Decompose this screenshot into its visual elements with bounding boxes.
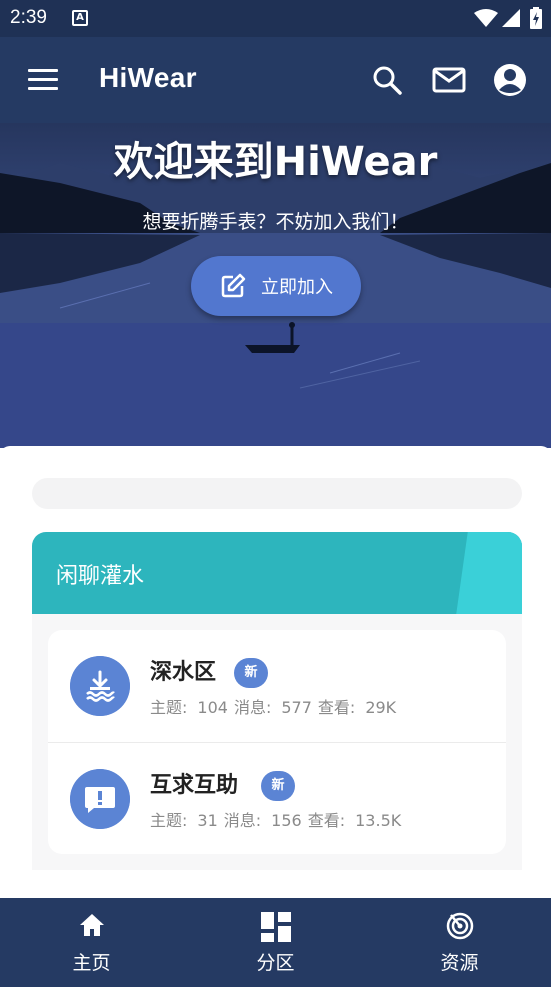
nav-sections-label: 分区 <box>256 952 295 974</box>
water-download-icon <box>70 656 130 716</box>
app-bar: HiWear <box>0 37 551 123</box>
mail-icon[interactable] <box>431 62 467 98</box>
forum-name: 互求互助 <box>150 773 239 798</box>
bottom-navigation: 主页 分区 资源 <box>0 898 551 987</box>
category-title: 闲聊灌水 <box>56 564 145 589</box>
hero-title: 欢迎来到HiWear <box>113 139 438 185</box>
join-now-label: 立即加入 <box>261 277 333 298</box>
help-chat-icon <box>70 769 130 829</box>
home-icon <box>79 914 104 936</box>
hero-banner: 欢迎来到HiWear 想要折腾手表？不妨加入我们！ 立即加入 <box>0 123 551 448</box>
new-badge: 新 <box>234 658 268 688</box>
search-placeholder-bar[interactable] <box>32 478 522 509</box>
wifi-icon <box>474 9 498 27</box>
new-badge: 新 <box>261 771 295 801</box>
forum-stats: 主题: 31 消息: 156 查看: 13.5K <box>150 811 402 830</box>
category-card: 闲聊灌水 深水区 新 主题: 104 消息: 577 查看: 29K 互求互助 … <box>32 532 522 870</box>
radar-icon <box>446 912 473 940</box>
notification-a-icon: A <box>72 10 88 26</box>
hero-subtitle: 想要折腾手表？不妨加入我们！ <box>142 211 409 233</box>
category-header[interactable]: 闲聊灌水 <box>32 532 522 614</box>
nav-home[interactable]: 主页 <box>0 898 183 987</box>
edit-icon <box>221 273 246 298</box>
status-time: 2:39 <box>10 7 47 28</box>
search-icon[interactable] <box>369 62 405 98</box>
join-now-button[interactable]: 立即加入 <box>191 256 361 316</box>
app-title: HiWear <box>99 62 197 93</box>
forum-item[interactable]: 深水区 新 主题: 104 消息: 577 查看: 29K <box>48 630 506 742</box>
battery-icon <box>530 7 542 29</box>
forum-item[interactable]: 互求互助 新 主题: 31 消息: 156 查看: 13.5K <box>48 743 506 855</box>
forum-name: 深水区 <box>150 660 217 685</box>
forum-stats: 主题: 104 消息: 577 查看: 29K <box>150 698 397 717</box>
header-decoration <box>456 532 522 614</box>
signal-icon <box>502 9 520 27</box>
nav-resources[interactable]: 资源 <box>368 898 551 987</box>
menu-icon[interactable] <box>28 69 58 91</box>
forum-list: 深水区 新 主题: 104 消息: 577 查看: 29K 互求互助 新 主题: 31 消息:… <box>48 630 506 854</box>
status-bar: 2:39 A <box>0 0 551 37</box>
dashboard-icon <box>260 912 291 942</box>
nav-home-label: 主页 <box>72 952 111 974</box>
content-sheet: 闲聊灌水 深水区 新 主题: 104 消息: 577 查看: 29K 互求互助 … <box>0 446 551 898</box>
nav-sections[interactable]: 分区 <box>184 898 367 987</box>
nav-resources-label: 资源 <box>440 952 479 974</box>
account-icon[interactable] <box>492 62 528 98</box>
